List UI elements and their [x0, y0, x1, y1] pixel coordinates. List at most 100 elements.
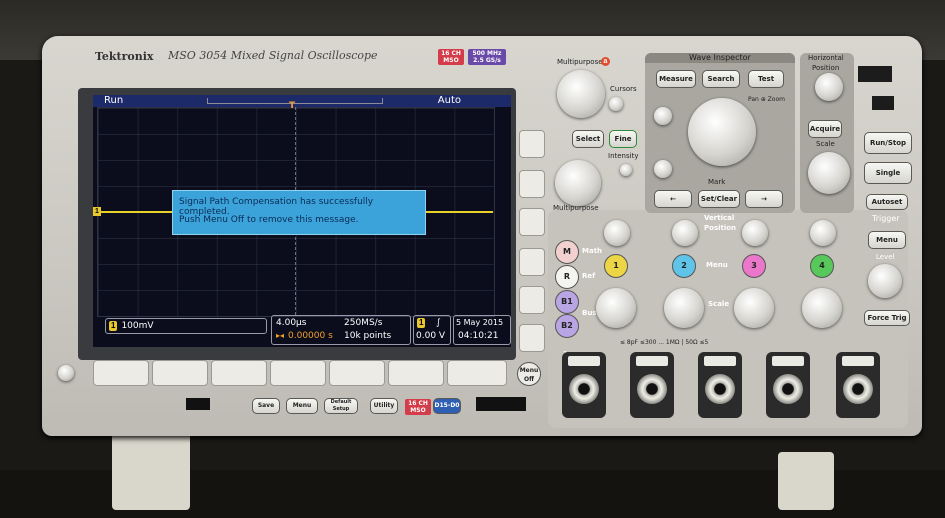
ch3-position-knob[interactable]	[742, 220, 768, 246]
multipurpose-a-indicator: a	[601, 57, 610, 66]
cursors-button[interactable]	[609, 97, 623, 111]
fine-button[interactable]: Fine	[609, 130, 637, 148]
bottom-button-4[interactable]	[270, 360, 326, 386]
utility-button[interactable]: Utility	[370, 398, 398, 414]
mark-prev-arrow-icon[interactable]: ←	[654, 190, 692, 208]
ch4-scale-knob[interactable]	[802, 288, 842, 328]
set-clear-button[interactable]: Set/Clear	[698, 190, 740, 208]
ch2-button[interactable]: 2	[672, 254, 696, 278]
aux-bnc-label-plate	[842, 356, 874, 366]
select-button[interactable]: Select	[572, 130, 604, 148]
ch1-button[interactable]: 1	[604, 254, 628, 278]
ch3-bnc-label-plate	[704, 356, 736, 366]
ch1-bnc-ring	[569, 374, 599, 404]
datetime-readout: 5 May 2015 04:10:21	[453, 315, 511, 345]
power-button[interactable]	[58, 365, 74, 381]
ch2-bnc-connector[interactable]	[630, 352, 674, 418]
digital-probe-port	[476, 397, 526, 411]
save-menu-button[interactable]: Menu	[286, 398, 318, 414]
display-screen: Run Auto T 1 Signal Path Compensation ha…	[93, 95, 511, 347]
horizontal-position-knob[interactable]	[815, 73, 843, 101]
default-setup-button[interactable]: Default Setup	[324, 398, 358, 414]
menu-off-button[interactable]: Menu Off	[517, 362, 541, 386]
msoch-badge: 16 CH MSO	[438, 49, 464, 65]
ch2-scale-knob[interactable]	[664, 288, 704, 328]
ch1-scale-knob[interactable]	[596, 288, 636, 328]
bus-b1-button[interactable]: B1	[555, 290, 579, 314]
search-button[interactable]: Search	[702, 70, 740, 88]
vertical-title: Vertical	[704, 214, 735, 222]
ch4-bnc-ring	[773, 374, 803, 404]
ref-button[interactable]: R	[555, 265, 579, 289]
play-pause-icon[interactable]	[654, 160, 672, 178]
side-button-4[interactable]	[519, 248, 545, 276]
bottom-button-5[interactable]	[329, 360, 385, 386]
pan-zoom-label: Pan ⊕ Zoom	[748, 96, 785, 103]
bottom-button-2[interactable]	[152, 360, 208, 386]
probe-comp-port	[872, 96, 894, 110]
ch1-bnc-connector[interactable]	[562, 352, 606, 418]
side-button-5[interactable]	[519, 286, 545, 314]
ch3-scale-knob[interactable]	[734, 288, 774, 328]
trigger-position-marker: T	[289, 101, 296, 111]
ch1-bnc-label-plate	[568, 356, 600, 366]
run-stop-button[interactable]: Run/Stop	[864, 132, 912, 154]
autoset-button[interactable]: Autoset	[866, 194, 908, 210]
bottom-button-3[interactable]	[211, 360, 267, 386]
math-label: Math	[582, 247, 603, 255]
message-line-2: Push Menu Off to remove this message.	[179, 215, 359, 225]
intensity-label: Intensity	[608, 152, 639, 160]
impedance-spec: ≤ 8pF ≤300 ... 1MΩ | 50Ω ≤5	[620, 339, 709, 346]
bottom-button-7[interactable]	[447, 360, 507, 386]
vertical-menu-label: Menu	[706, 261, 728, 269]
record-length-value: 10k points	[344, 331, 392, 341]
horizontal-scale-knob[interactable]	[808, 152, 850, 194]
acquire-button[interactable]: Acquire	[808, 120, 842, 138]
brand-logo: Tektronix	[95, 50, 154, 63]
horizontal-readout: 4.00µs 250MS/s ▸◂ 0.00000 s 10k points	[271, 315, 411, 345]
pan-zoom-knob[interactable]	[688, 98, 756, 166]
delay-icon: ▸◂	[276, 331, 285, 340]
side-button-1[interactable]	[519, 130, 545, 158]
vertical-position-label: Position	[704, 224, 737, 232]
message-box: Signal Path Compensation has successfull…	[172, 190, 426, 235]
test-button[interactable]: Test	[748, 70, 784, 88]
zoom-magnify-icon[interactable]	[654, 107, 672, 125]
vertical-scale-label: Scale	[708, 300, 730, 308]
ch4-bnc-connector[interactable]	[766, 352, 810, 418]
ch4-button[interactable]: 4	[810, 254, 834, 278]
trigger-source-chip: 1	[417, 318, 426, 328]
side-button-3[interactable]	[519, 208, 545, 236]
trigger-mode-label: Auto	[437, 95, 461, 106]
ch1-position-knob[interactable]	[604, 220, 630, 246]
force-trig-button[interactable]: Force Trig	[864, 310, 910, 326]
math-button[interactable]: M	[555, 240, 579, 264]
message-line-1: Signal Path Compensation has successfull…	[179, 197, 374, 217]
front-usb-port	[186, 398, 210, 410]
multipurpose-b-label: Multipurpose	[553, 204, 599, 212]
bottom-button-6[interactable]	[388, 360, 444, 386]
ch3-bnc-connector[interactable]	[698, 352, 742, 418]
mark-next-arrow-icon[interactable]: →	[745, 190, 783, 208]
single-button[interactable]: Single	[864, 162, 912, 184]
digital-channels-button[interactable]: D15-D0	[433, 398, 461, 414]
measure-button[interactable]: Measure	[656, 70, 696, 88]
trigger-menu-button[interactable]: Menu	[868, 231, 906, 249]
side-button-2[interactable]	[519, 170, 545, 198]
bottom-button-1[interactable]	[93, 360, 149, 386]
trigger-level-knob[interactable]	[868, 264, 902, 298]
ch1-ground-marker: 1	[93, 207, 101, 216]
ch3-button[interactable]: 3	[742, 254, 766, 278]
trigger-title: Trigger	[872, 214, 900, 223]
multipurpose-b-knob[interactable]	[555, 160, 601, 206]
side-button-6[interactable]	[519, 324, 545, 352]
ch4-position-knob[interactable]	[810, 220, 836, 246]
ch1-chip: 1	[109, 321, 118, 331]
left-foot	[112, 430, 190, 510]
bus-b2-button[interactable]: B2	[555, 314, 579, 338]
aux-bnc-connector[interactable]	[836, 352, 880, 418]
intensity-button[interactable]	[620, 164, 632, 176]
multipurpose-a-knob[interactable]	[557, 70, 605, 118]
save-button[interactable]: Save	[252, 398, 280, 414]
ch2-position-knob[interactable]	[672, 220, 698, 246]
